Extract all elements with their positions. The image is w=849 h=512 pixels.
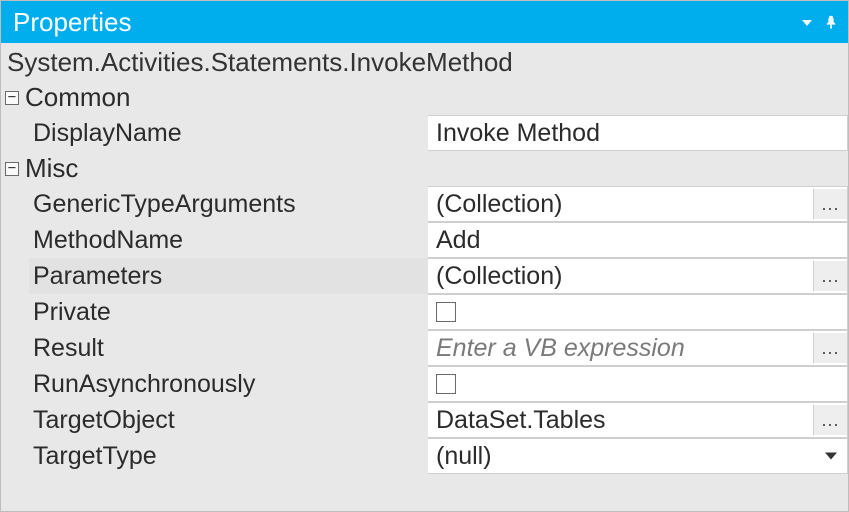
property-value-methodname[interactable]: Add [428, 222, 848, 258]
row-indent [1, 186, 29, 222]
property-name[interactable]: Private [29, 294, 428, 330]
row-indent [1, 402, 29, 438]
property-value-targettype[interactable]: (null) [428, 438, 848, 474]
panel-menu-dropdown-icon[interactable] [802, 20, 812, 26]
property-row-private: Private [1, 294, 848, 330]
panel-controls [802, 15, 838, 29]
value-text: (null) [436, 442, 843, 471]
row-indent [1, 330, 29, 366]
category-label: Misc [25, 153, 78, 184]
property-row-parameters: Parameters (Collection) ... [1, 258, 848, 294]
property-value-private[interactable] [428, 294, 848, 330]
property-value-generictypearguments[interactable]: (Collection) ... [428, 186, 848, 222]
property-value-targetobject[interactable]: DataSet.Tables ... [428, 402, 848, 438]
chevron-down-icon[interactable] [825, 453, 837, 460]
property-name[interactable]: Parameters [29, 258, 428, 294]
property-row-runasync: RunAsynchronously [1, 366, 848, 402]
panel-titlebar: Properties [1, 1, 848, 43]
property-row-targetobject: TargetObject DataSet.Tables ... [1, 402, 848, 438]
property-name[interactable]: TargetObject [29, 402, 428, 438]
property-name[interactable]: RunAsynchronously [29, 366, 428, 402]
property-name[interactable]: GenericTypeArguments [29, 186, 428, 222]
property-value-result[interactable]: Enter a VB expression ... [428, 330, 848, 366]
category-misc[interactable]: − Misc [1, 151, 848, 186]
category-label: Common [25, 82, 130, 113]
pin-icon[interactable] [824, 15, 838, 29]
value-text: Invoke Method [436, 119, 843, 148]
property-value-runasync[interactable] [428, 366, 848, 402]
collapse-icon[interactable]: − [5, 91, 19, 105]
property-row-displayname: DisplayName Invoke Method [1, 115, 848, 151]
expression-editor-button[interactable]: ... [813, 405, 847, 435]
runasync-checkbox[interactable] [436, 374, 456, 394]
collection-editor-button[interactable]: ... [813, 261, 847, 291]
value-placeholder: Enter a VB expression [436, 334, 809, 363]
property-row-targettype: TargetType (null) [1, 438, 848, 474]
expression-editor-button[interactable]: ... [813, 333, 847, 363]
panel-title: Properties [13, 7, 802, 38]
selected-object-type: System.Activities.Statements.InvokeMetho… [1, 43, 848, 80]
property-value-displayname[interactable]: Invoke Method [428, 115, 848, 151]
collection-editor-button[interactable]: ... [813, 189, 847, 219]
property-name[interactable]: MethodName [29, 222, 428, 258]
property-row-result: Result Enter a VB expression ... [1, 330, 848, 366]
property-name[interactable]: TargetType [29, 438, 428, 474]
property-value-parameters[interactable]: (Collection) ... [428, 258, 848, 294]
row-indent [1, 222, 29, 258]
property-row-methodname: MethodName Add [1, 222, 848, 258]
property-grid: − Common DisplayName Invoke Method − Mis… [1, 80, 848, 474]
collapse-icon[interactable]: − [5, 162, 19, 176]
row-indent [1, 294, 29, 330]
value-text: DataSet.Tables [436, 406, 809, 435]
category-common[interactable]: − Common [1, 80, 848, 115]
row-indent [1, 438, 29, 474]
value-text: (Collection) [436, 262, 809, 291]
value-text: (Collection) [436, 190, 809, 219]
property-name[interactable]: DisplayName [29, 115, 428, 151]
value-text: Add [436, 226, 843, 255]
property-row-generictypearguments: GenericTypeArguments (Collection) ... [1, 186, 848, 222]
row-indent [1, 258, 29, 294]
private-checkbox[interactable] [436, 302, 456, 322]
row-indent [1, 366, 29, 402]
row-indent [1, 115, 29, 151]
property-name[interactable]: Result [29, 330, 428, 366]
